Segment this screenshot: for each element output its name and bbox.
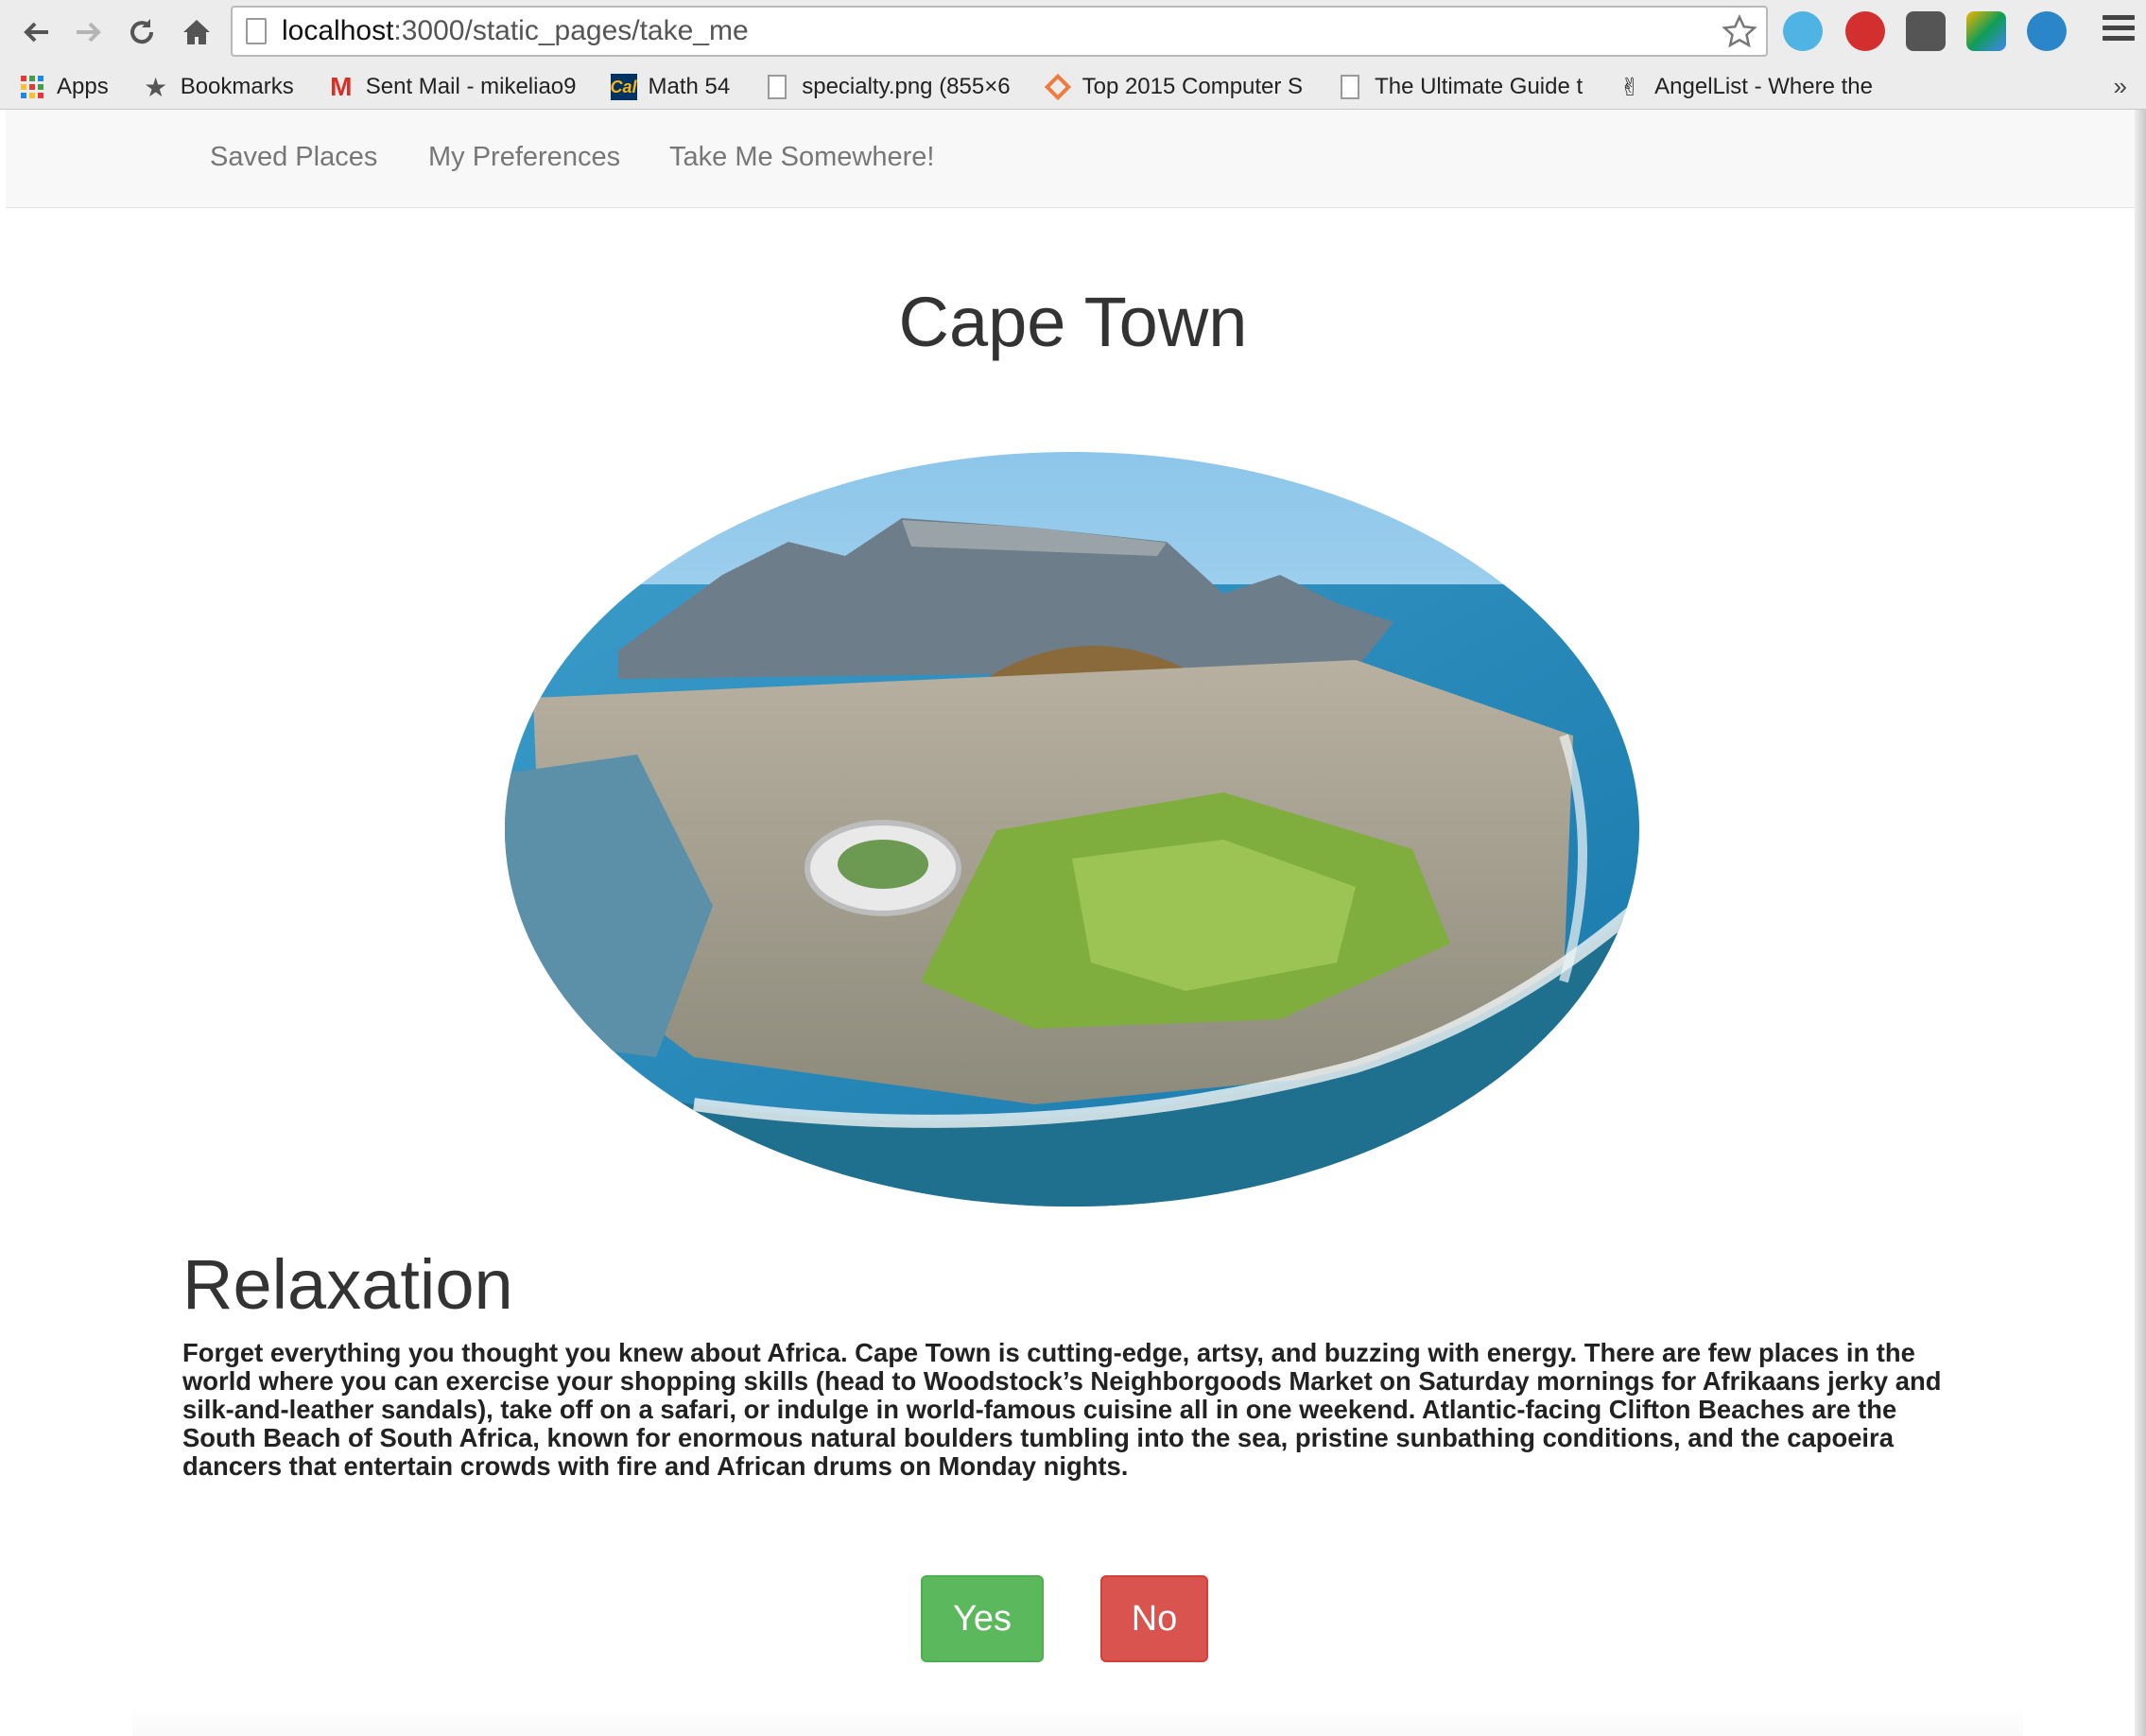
place-description: Forget everything you thought you knew a… [182,1338,1942,1481]
home-button[interactable] [176,11,217,53]
nav-saved-places[interactable]: Saved Places [210,142,377,173]
bookmark-ultimate-guide[interactable]: The Ultimate Guide t [1337,74,1583,100]
browser-toolbar: localhost:3000/static_pages/take_me [0,0,2146,64]
vimeo-extension-icon[interactable] [1783,11,1823,51]
chrome-menu-icon[interactable] [2103,15,2135,47]
bookmark-label: AngelList - Where the [1654,74,1873,99]
puzzle-extension-icon[interactable] [1906,11,1946,51]
place-category: Relaxation [182,1245,513,1324]
apps-grid-icon [19,74,45,100]
bookmarks-bar: Apps ★ Bookmarks M Sent Mail - mikeliao9… [0,64,2146,110]
place-photo [505,452,1639,1207]
cal-icon: Cal [610,74,637,100]
file-icon [1337,74,1363,100]
nav-take-me-somewhere[interactable]: Take Me Somewhere! [669,142,934,173]
yes-button[interactable]: Yes [921,1575,1044,1662]
bookmark-angellist[interactable]: ✌ AngelList - Where the [1617,72,1873,101]
bookmark-label: The Ultimate Guide t [1375,74,1584,99]
cape-town-aerial-image [505,452,1639,1207]
bookmark-math-54[interactable]: Cal Math 54 [610,74,731,100]
nav-my-preferences[interactable]: My Preferences [428,142,620,173]
address-bar[interactable]: localhost:3000/static_pages/take_me [231,6,1768,57]
eye-extension-icon[interactable] [2027,11,2067,51]
reload-button[interactable] [121,11,163,53]
gmail-icon: M [330,72,353,101]
bookmark-star-icon[interactable] [1721,13,1758,51]
url-path: :3000/static_pages/take_me [393,15,749,46]
back-button[interactable] [15,11,57,53]
file-icon [764,74,790,100]
url-host: localhost [282,15,394,46]
no-button[interactable]: No [1100,1575,1208,1662]
page-icon [246,18,267,44]
reload-icon [130,19,154,44]
hand-icon: ✌ [1619,72,1641,101]
bookmark-label: Top 2015 Computer S [1082,74,1304,99]
star-icon: ★ [144,72,168,102]
bookmark-label: specialty.png (855×6 [802,74,1011,99]
arrow-left-icon [24,22,48,43]
url-text[interactable]: localhost:3000/static_pages/take_me [282,15,749,47]
bookmarks-overflow-button[interactable]: » [2114,72,2127,101]
window-edge [2135,110,2146,1736]
bookmark-sent-mail[interactable]: M Sent Mail - mikeliao9 [328,72,577,101]
bookmark-label: Sent Mail - mikeliao9 [365,74,577,99]
browser-chrome: localhost:3000/static_pages/take_me Apps… [0,0,2146,110]
adblock-extension-icon[interactable] [1845,11,1885,51]
forward-button[interactable] [68,11,110,53]
bookmark-label: Bookmarks [180,74,294,99]
app-navbar: Saved Places My Preferences Take Me Some… [6,110,2135,208]
place-title: Cape Town [898,283,1248,361]
page-footer [132,1708,2023,1736]
bookmark-label: Apps [57,74,109,99]
bookmark-label: Math 54 [648,74,731,99]
diamond-icon [1044,73,1071,101]
bookmark-top-2015[interactable]: Top 2015 Computer S [1044,73,1304,101]
arrow-right-icon [77,22,101,43]
bookmark-bookmarks[interactable]: ★ Bookmarks [143,72,294,102]
bookmark-specialty[interactable]: specialty.png (855×6 [764,74,1011,100]
bookmark-apps[interactable]: Apps [19,74,109,100]
drive-extension-icon[interactable] [1966,11,2006,51]
home-icon [183,20,210,44]
